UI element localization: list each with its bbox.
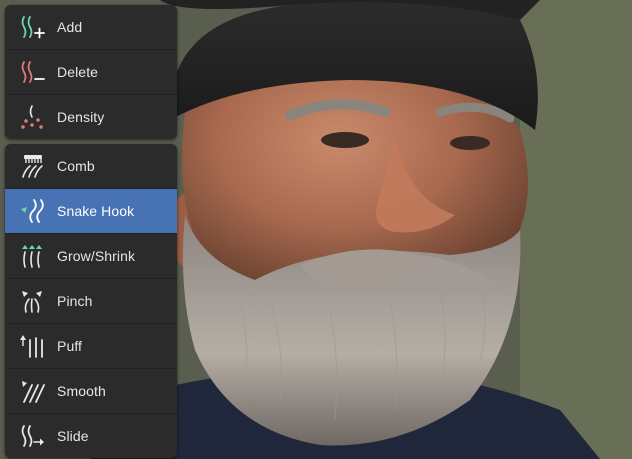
tool-pinch-label: Pinch xyxy=(57,293,93,309)
tool-delete-label: Delete xyxy=(57,64,99,80)
tool-density-label: Density xyxy=(57,109,105,125)
smooth-icon xyxy=(12,371,52,411)
tool-snake-hook-label: Snake Hook xyxy=(57,203,135,219)
tool-pinch[interactable]: Pinch xyxy=(5,278,177,323)
pinch-icon xyxy=(12,281,52,321)
tool-puff[interactable]: Puff xyxy=(5,323,177,368)
comb-icon xyxy=(12,146,52,186)
tool-puff-label: Puff xyxy=(57,338,83,354)
tool-delete[interactable]: Delete xyxy=(5,49,177,94)
tool-comb[interactable]: Comb xyxy=(5,144,177,188)
tool-grow-shrink[interactable]: Grow/Shrink xyxy=(5,233,177,278)
tool-slide-label: Slide xyxy=(57,428,89,444)
tool-add[interactable]: Add xyxy=(5,5,177,49)
snake-hook-icon xyxy=(12,191,52,231)
tool-smooth[interactable]: Smooth xyxy=(5,368,177,413)
tool-group-sculpt: Comb Snake Hook Grow/Shrink Pinch Puff S… xyxy=(5,144,177,458)
slide-icon xyxy=(12,416,52,456)
tool-density[interactable]: Density xyxy=(5,94,177,139)
curves-delete-icon xyxy=(12,52,52,92)
curves-density-icon xyxy=(12,97,52,137)
tool-grow-shrink-label: Grow/Shrink xyxy=(57,248,136,264)
tool-comb-label: Comb xyxy=(57,158,95,174)
tool-slide[interactable]: Slide xyxy=(5,413,177,458)
tool-snake-hook[interactable]: Snake Hook xyxy=(5,188,177,233)
tool-smooth-label: Smooth xyxy=(57,383,106,399)
grow-shrink-icon xyxy=(12,236,52,276)
curves-add-icon xyxy=(12,7,52,47)
curves-sculpt-toolbar: Add Delete Density Comb Snake Hook Grow/… xyxy=(5,5,177,458)
left-eye-shape xyxy=(321,132,369,148)
tool-group-curves: Add Delete Density xyxy=(5,5,177,139)
puff-icon xyxy=(12,326,52,366)
tool-add-label: Add xyxy=(57,19,83,35)
right-eye-shape xyxy=(450,136,490,150)
